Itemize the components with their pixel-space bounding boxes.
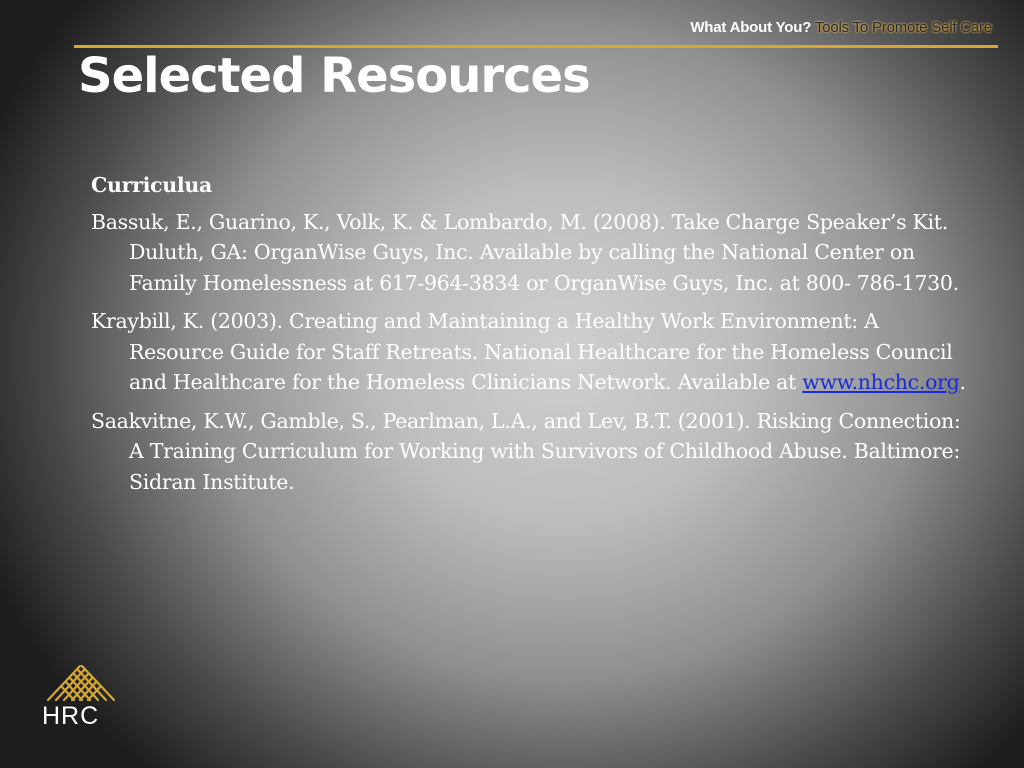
nhchc-link[interactable]: www.nhchc.org: [802, 370, 959, 394]
hrc-logo-text: HRC: [42, 702, 100, 730]
reference-trailing: .: [959, 370, 966, 394]
slide-title: Selected Resources: [78, 48, 591, 104]
section-heading: Curriculua: [91, 173, 212, 197]
reference-entry: Saakvitne, K.W., Gamble, S., Pearlman, L…: [91, 406, 971, 498]
reference-entry: Kraybill, K. (2003). Creating and Mainta…: [91, 306, 971, 398]
reference-text: Bassuk, E., Guarino, K., Volk, K. & Lomb…: [91, 209, 959, 295]
header-tagline: What About You? Tools To Promote Self Ca…: [690, 19, 992, 36]
reference-entry: Bassuk, E., Guarino, K., Volk, K. & Lomb…: [91, 207, 971, 299]
reference-text: Saakvitne, K.W., Gamble, S., Pearlman, L…: [91, 408, 961, 494]
header-tagline-soft: Tools To Promote Self Care: [814, 19, 992, 36]
slide-content: Curriculua Bassuk, E., Guarino, K., Volk…: [91, 170, 971, 505]
header-tagline-strong: What About You?: [690, 19, 812, 36]
